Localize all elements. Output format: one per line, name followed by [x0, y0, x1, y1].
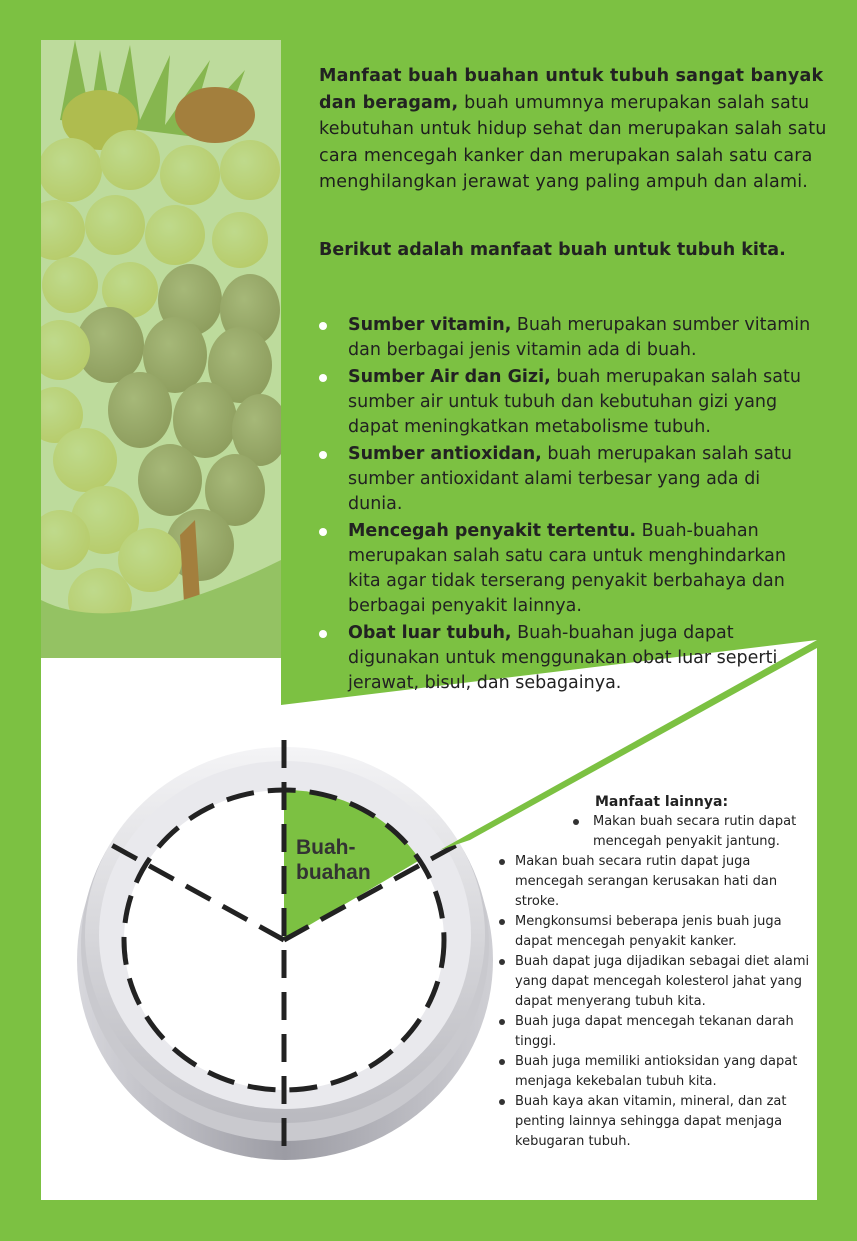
- list-item: Buah dapat juga dijadikan sebagai diet a…: [493, 952, 813, 1012]
- benefit-title: Sumber Air dan Gizi,: [348, 367, 551, 387]
- list-item: Sumber vitamin, Buah merupakan sumber vi…: [316, 313, 816, 363]
- list-item: Buah juga memiliki antioksidan yang dapa…: [493, 1052, 813, 1092]
- fruit-photo: [41, 40, 281, 658]
- benefit-title: Sumber vitamin,: [348, 315, 512, 335]
- list-item: Sumber antioxidan, buah merupakan salah …: [316, 442, 816, 517]
- intro-paragraph: Manfaat buah buahan untuk tubuh sangat b…: [319, 63, 829, 196]
- other-benefits-heading: Manfaat lainnya:: [595, 794, 729, 810]
- list-item: Mengkonsumsi beberapa jenis buah juga da…: [493, 912, 813, 952]
- list-item: Obat luar tubuh, Buah-buahan juga dapat …: [316, 621, 816, 696]
- list-item: Buah kaya akan vitamin, mineral, dan zat…: [493, 1092, 813, 1152]
- benefits-heading: Berikut adalah manfaat buah untuk tubuh …: [319, 240, 786, 260]
- list-item: Makan buah secara rutin dapat juga mence…: [493, 852, 813, 912]
- clock-label: Buah-buahan: [296, 836, 371, 884]
- other-benefits-list: Makan buah secara rutin dapat mencegah p…: [493, 812, 813, 1152]
- list-item: Sumber Air dan Gizi, buah merupakan sala…: [316, 365, 816, 440]
- other-benefits: Manfaat lainnya: Makan buah secara rutin…: [493, 792, 813, 1152]
- list-item: Buah juga dapat mencegah tekanan darah t…: [493, 1012, 813, 1052]
- benefit-title: Obat luar tubuh,: [348, 623, 512, 643]
- list-item: Mencegah penyakit tertentu. Buah-buahan …: [316, 519, 816, 619]
- benefit-title: Mencegah penyakit tertentu.: [348, 521, 637, 541]
- benefit-title: Sumber antioxidan,: [348, 444, 542, 464]
- list-item: Makan buah secara rutin dapat mencegah p…: [493, 812, 813, 852]
- benefits-list: Sumber vitamin, Buah merupakan sumber vi…: [316, 313, 816, 698]
